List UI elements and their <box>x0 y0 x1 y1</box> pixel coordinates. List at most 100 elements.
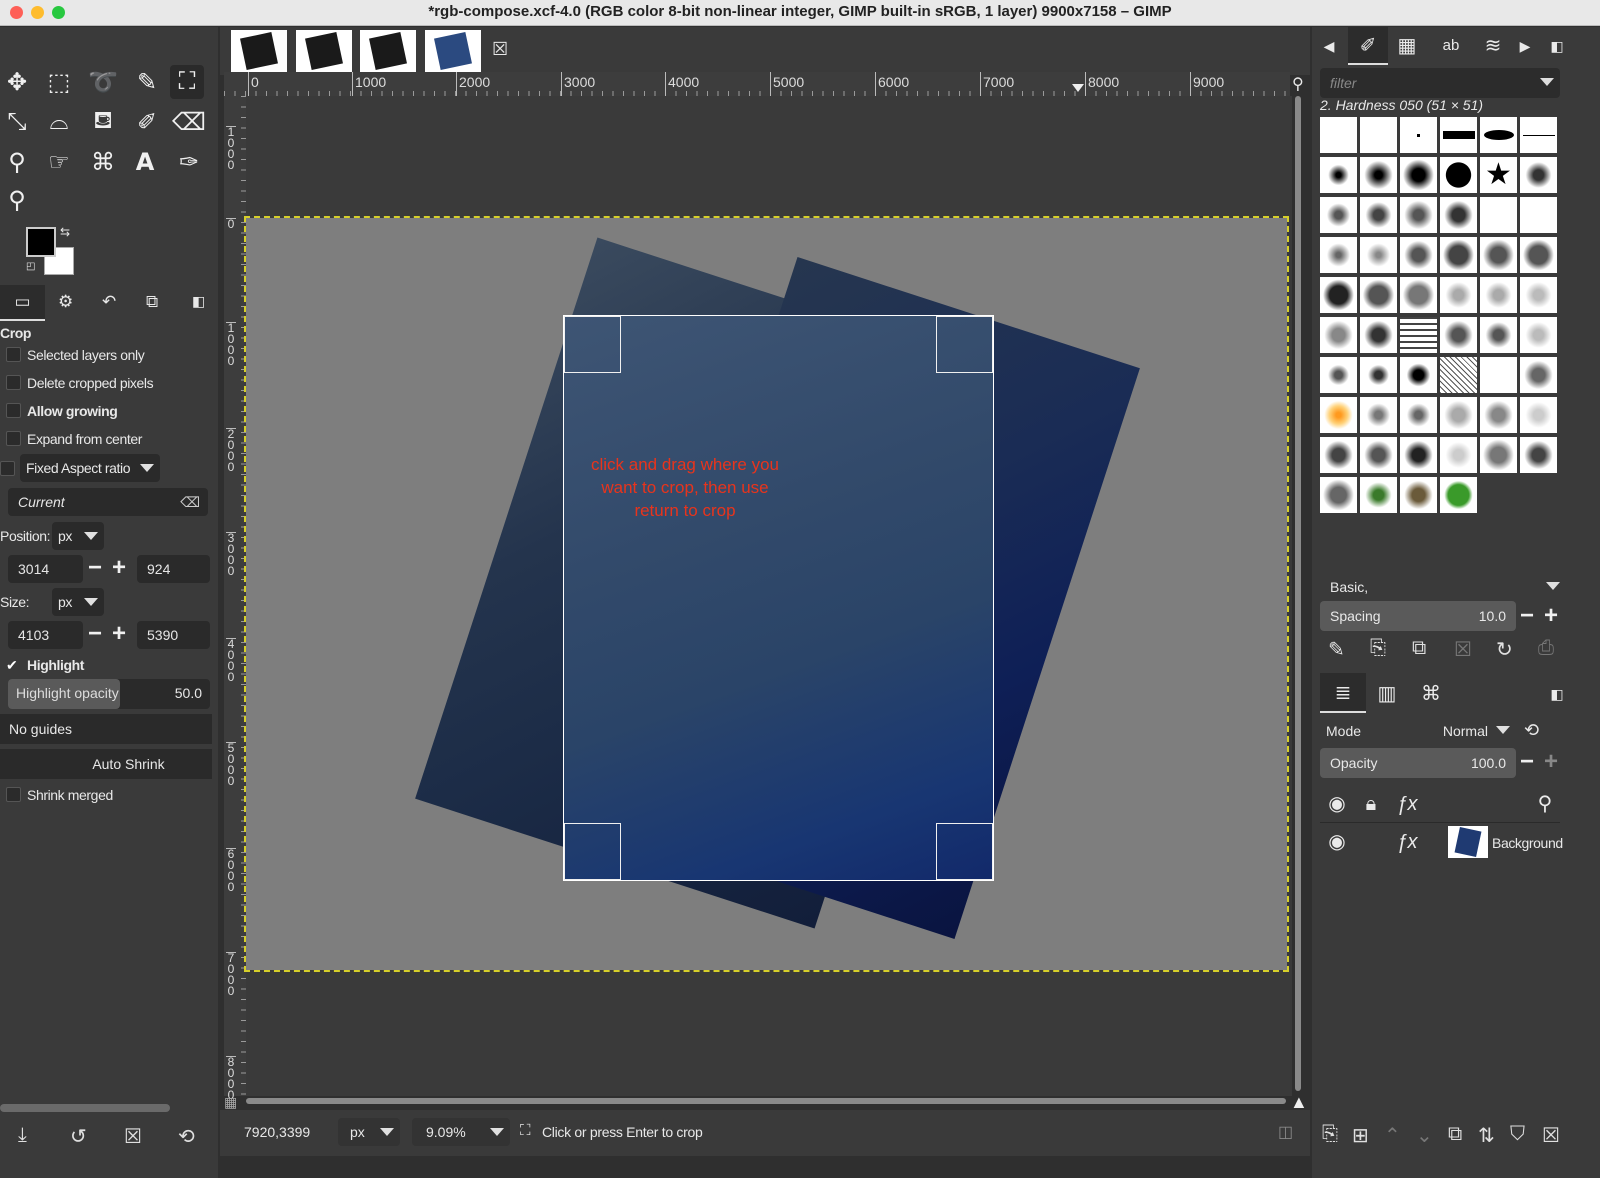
duplicate-layer-icon[interactable]: ⧉ <box>1448 1123 1462 1146</box>
brush-thumb[interactable] <box>1440 477 1477 513</box>
brush-thumb[interactable] <box>1440 397 1477 433</box>
new-brush-icon[interactable]: ⎘ <box>1370 637 1386 660</box>
brush-thumb[interactable]: ★ <box>1480 157 1517 193</box>
device-status-tab-icon[interactable]: ⚙ <box>58 292 73 312</box>
fonts-tab-icon[interactable]: ab <box>1436 31 1466 61</box>
eraser-tool-icon[interactable]: ⌫ <box>172 105 206 139</box>
opacity-increment-button[interactable]: + <box>1544 750 1558 774</box>
raise-layer-icon[interactable]: ⌃ <box>1384 1123 1401 1148</box>
fixed-aspect-checkbox[interactable] <box>0 461 15 476</box>
brush-thumb[interactable] <box>1400 277 1437 313</box>
brush-thumb[interactable] <box>1520 197 1557 233</box>
brush-thumb[interactable] <box>1320 437 1357 473</box>
layer-row[interactable]: ◉ ƒx Background <box>1320 825 1563 863</box>
tool-options-tab-icon[interactable]: ▭ <box>0 285 45 321</box>
horizontal-scrollbar[interactable] <box>246 1096 1290 1106</box>
search-icon[interactable]: ⚲ <box>1530 789 1560 819</box>
brush-thumb[interactable] <box>1360 437 1397 473</box>
merge-layer-icon[interactable]: ⇅ <box>1478 1123 1495 1148</box>
save-options-icon[interactable]: ⤓ <box>18 1124 27 1147</box>
brush-thumb[interactable] <box>1480 317 1517 353</box>
brush-thumb[interactable] <box>1400 437 1437 473</box>
position-unit-dropdown[interactable]: px <box>52 522 104 550</box>
brush-thumb[interactable] <box>1440 197 1477 233</box>
position-x-input[interactable]: 3014 <box>8 555 83 583</box>
transform-tool-icon[interactable]: ⤡ <box>0 105 34 139</box>
delete-brush-icon[interactable]: ☒ <box>1454 637 1472 662</box>
paintbrush-tool-icon[interactable]: ✐ <box>130 105 164 139</box>
highlight-opacity-slider[interactable]: Highlight opacity 50.0 <box>8 679 210 709</box>
layer-mask-icon[interactable]: ⛉ <box>1510 1123 1525 1146</box>
brush-thumb[interactable] <box>1480 357 1517 393</box>
minimize-window-button[interactable] <box>31 6 44 19</box>
configure-tab-icon[interactable]: ◧ <box>192 293 205 310</box>
decrement-width-button[interactable]: − <box>88 622 102 646</box>
text-tool-icon[interactable]: A <box>128 145 162 179</box>
size-unit-dropdown[interactable]: px <box>52 588 104 616</box>
brush-thumb[interactable] <box>1440 317 1477 353</box>
image-tab-1[interactable] <box>231 30 287 72</box>
brush-thumb[interactable] <box>1520 397 1557 433</box>
rect-select-tool-icon[interactable]: ⬚ <box>42 65 76 99</box>
brush-thumb[interactable] <box>1320 357 1357 393</box>
refresh-brushes-icon[interactable]: ↻ <box>1496 637 1513 662</box>
crop-handle-bottom-right[interactable] <box>936 823 993 880</box>
brush-thumb[interactable] <box>1360 397 1397 433</box>
increment-x-button[interactable]: + <box>112 556 126 580</box>
brush-thumb[interactable] <box>1480 117 1517 153</box>
spacing-slider[interactable]: Spacing 10.0 <box>1320 601 1516 631</box>
layer-mode-dropdown[interactable]: Mode Normal <box>1320 716 1516 746</box>
zoom-window-button[interactable] <box>52 6 65 19</box>
images-tab-icon[interactable]: ⧉ <box>146 292 158 312</box>
brush-thumb[interactable] <box>1360 157 1397 193</box>
restore-options-icon[interactable]: ↺ <box>70 1124 87 1149</box>
channels-tab-icon[interactable]: ▥ <box>1372 679 1402 709</box>
brush-thumb[interactable] <box>1520 437 1557 473</box>
brush-thumb[interactable] <box>1520 277 1557 313</box>
move-tool-icon[interactable]: ✥ <box>0 65 34 99</box>
close-window-button[interactable] <box>10 6 23 19</box>
brush-thumb[interactable] <box>1520 317 1557 353</box>
smudge-tool-icon[interactable]: ☞ <box>42 145 76 179</box>
allow-growing-checkbox[interactable] <box>6 403 21 418</box>
vertical-scrollbar[interactable] <box>1293 96 1303 1096</box>
paths-tab-icon[interactable]: ⌘ <box>1416 679 1446 709</box>
configure-tab-icon[interactable]: ◧ <box>1542 31 1572 61</box>
default-colors-icon[interactable]: ◰ <box>26 261 35 272</box>
brushes-tab[interactable]: ✐ <box>1348 27 1388 65</box>
auto-shrink-button[interactable]: Auto Shrink <box>0 749 212 779</box>
fuzzy-select-tool-icon[interactable]: ✎ <box>130 65 164 99</box>
brush-thumb[interactable] <box>1360 117 1397 153</box>
delete-options-icon[interactable]: ☒ <box>124 1124 142 1149</box>
selected-layers-only-checkbox[interactable] <box>6 347 21 362</box>
delete-layer-icon[interactable]: ☒ <box>1542 1123 1560 1148</box>
zoom-lens-icon[interactable]: ⚲ <box>1292 74 1304 94</box>
clear-icon[interactable]: ⌫ <box>180 488 200 516</box>
crop-handle-top-left[interactable] <box>564 316 621 373</box>
guides-dropdown[interactable]: No guides <box>0 714 212 744</box>
brush-thumb[interactable] <box>1360 277 1397 313</box>
clone-tool-icon[interactable]: ⚲ <box>0 145 34 179</box>
mode-switch-icon[interactable]: ⟲ <box>1524 720 1539 741</box>
aspect-ratio-input[interactable]: Current ⌫ <box>8 488 208 516</box>
fx-icon[interactable]: ƒx <box>1392 789 1422 819</box>
swap-colors-icon[interactable]: ⇆ <box>60 225 70 239</box>
unit-dropdown[interactable]: px <box>338 1118 400 1146</box>
crop-rectangle[interactable] <box>563 315 994 881</box>
brush-thumb[interactable] <box>1400 197 1437 233</box>
brush-thumb[interactable] <box>1360 357 1397 393</box>
brush-thumb[interactable] <box>1480 437 1517 473</box>
expand-from-center-checkbox[interactable] <box>6 431 21 446</box>
brush-thumb[interactable] <box>1480 397 1517 433</box>
shrink-merged-checkbox[interactable] <box>6 787 21 802</box>
brush-thumb[interactable] <box>1400 317 1437 353</box>
brush-thumb[interactable] <box>1360 477 1397 513</box>
brush-thumb[interactable] <box>1320 197 1357 233</box>
new-layer-group-icon[interactable]: ⊞ <box>1352 1123 1369 1148</box>
image-tab-3[interactable] <box>360 30 416 72</box>
checkmark-icon[interactable]: ✔ <box>6 657 18 674</box>
brush-thumb[interactable] <box>1400 237 1437 273</box>
size-width-input[interactable]: 4103 <box>8 621 83 649</box>
brush-thumb[interactable] <box>1520 357 1557 393</box>
delete-cropped-pixels-checkbox[interactable] <box>6 375 21 390</box>
